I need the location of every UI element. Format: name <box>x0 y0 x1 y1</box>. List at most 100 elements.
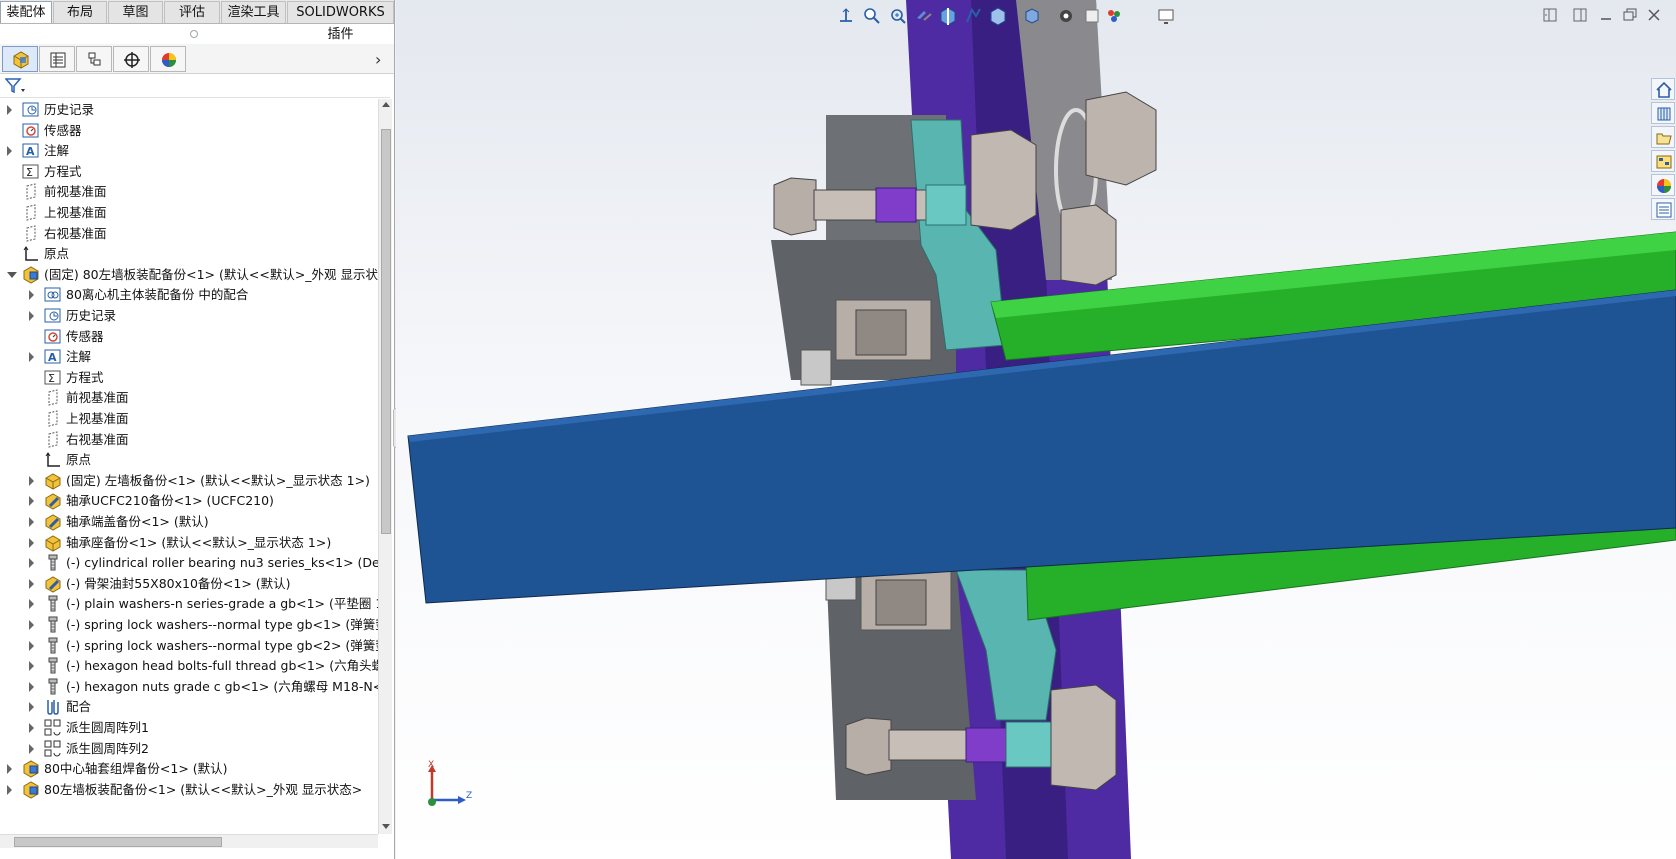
tree-item[interactable]: 80离心机主体装配备份 中的配合 <box>0 284 378 306</box>
tree-item[interactable]: 轴承端盖备份<1> (默认) <box>0 511 378 533</box>
minimize-icon[interactable] <box>1597 6 1615 24</box>
tree-item[interactable]: 轴承UCFC210备份<1> (UCFC210) <box>0 490 378 512</box>
panel-grip-icon[interactable] <box>190 30 198 38</box>
expand-arrow-icon[interactable] <box>29 723 34 733</box>
collapse-arrow-icon[interactable] <box>7 271 17 278</box>
tree-item[interactable]: (固定) 80左墙板装配备份<1> (默认<<默认>_外观 显示状态> <box>0 264 378 286</box>
tab-layout[interactable]: 布局 <box>53 1 107 23</box>
tree-item[interactable]: 原点 <box>0 243 378 265</box>
tree-item[interactable]: 上视基准面 <box>0 408 378 430</box>
display-style-icon[interactable] <box>1022 6 1042 26</box>
tree-item[interactable]: (-) plain washers-n series-grade a gb<1>… <box>0 593 378 615</box>
graphics-area[interactable]: X Z <box>396 0 1676 859</box>
tree-item[interactable]: 派生圆周阵列1 <box>0 717 378 739</box>
dynamic-annotation-icon[interactable] <box>964 6 984 26</box>
expand-arrow-icon[interactable] <box>29 640 34 651</box>
tree-item[interactable]: 派生圆周阵列2 <box>0 738 378 760</box>
view-orientation-icon[interactable] <box>836 6 856 26</box>
tree-item[interactable]: 原点 <box>0 449 378 471</box>
tree-item[interactable]: 80中心轴套组焊备份<1> (默认) <box>0 758 378 780</box>
tree-item[interactable]: (-) cylindrical roller bearing nu3 serie… <box>0 552 378 574</box>
tab-assembly[interactable]: 装配体 <box>0 1 52 23</box>
tab-evaluate[interactable]: 评估 <box>164 1 220 23</box>
scrollbar-thumb[interactable] <box>14 837 222 847</box>
tree-item[interactable]: (-) hexagon nuts grade c gb<1> (六角螺母 M18… <box>0 676 378 698</box>
tree-item[interactable]: A 注解 <box>0 140 378 162</box>
expand-arrow-icon[interactable] <box>29 599 34 610</box>
tree-item[interactable]: 前视基准面 <box>0 387 378 409</box>
assembly-model-view[interactable] <box>396 0 1676 859</box>
tree-item[interactable]: (固定) 左墙板备份<1> (默认<<默认>_显示状态 1>) <box>0 470 378 492</box>
home-tab[interactable] <box>1651 78 1675 100</box>
propertymanager-tab[interactable] <box>39 46 75 72</box>
tree-item[interactable]: 配合 <box>0 696 378 718</box>
expand-arrow-icon[interactable] <box>29 311 34 321</box>
tree-item[interactable]: 历史记录 <box>0 99 378 121</box>
tile-right-icon[interactable] <box>1571 6 1589 24</box>
close-icon[interactable] <box>1645 6 1663 24</box>
tree-item[interactable]: 前视基准面 <box>0 181 378 203</box>
expand-arrow-icon[interactable] <box>29 578 34 589</box>
displaymanager-tab[interactable] <box>150 46 186 72</box>
dimxpert-tab[interactable] <box>113 46 149 72</box>
chevron-right-icon[interactable]: › <box>375 50 381 69</box>
custom-properties-tab[interactable] <box>1651 198 1675 220</box>
expand-arrow-icon[interactable] <box>7 146 12 157</box>
design-library-tab[interactable] <box>1651 102 1675 124</box>
tree-item[interactable]: (-) spring lock washers--normal type gb<… <box>0 614 378 636</box>
tree-item[interactable]: 轴承座备份<1> (默认<<默认>_显示状态 1>) <box>0 532 378 554</box>
scroll-up-icon[interactable] <box>382 102 390 107</box>
tree-item[interactable]: A 注解 <box>0 346 378 368</box>
expand-arrow-icon[interactable] <box>29 352 34 363</box>
expand-arrow-icon[interactable] <box>29 702 34 713</box>
scrollbar-thumb[interactable] <box>381 129 391 534</box>
expand-arrow-icon[interactable] <box>29 496 34 507</box>
tree-horizontal-scrollbar[interactable] <box>0 834 378 848</box>
tab-solidworks-addins[interactable]: SOLIDWORKS 插件 <box>287 1 394 42</box>
zoom-area-icon[interactable] <box>888 6 908 26</box>
tree-item[interactable]: (-) hexagon head bolts-full thread gb<1>… <box>0 655 378 677</box>
expand-arrow-icon[interactable] <box>29 475 34 486</box>
configurationmanager-tab[interactable] <box>76 46 112 72</box>
hide-show-icon[interactable] <box>1056 6 1076 26</box>
expand-arrow-icon[interactable] <box>29 620 34 630</box>
tree-item[interactable]: (-) spring lock washers--normal type gb<… <box>0 635 378 657</box>
zoom-to-fit-icon[interactable] <box>862 6 882 26</box>
tree-filter[interactable] <box>0 74 390 98</box>
tree-item[interactable]: 传感器 <box>0 326 378 348</box>
view-settings-icon[interactable] <box>1156 6 1176 26</box>
tree-vertical-scrollbar[interactable] <box>378 99 392 834</box>
tree-item[interactable]: 传感器 <box>0 120 378 142</box>
expand-arrow-icon[interactable] <box>29 517 34 527</box>
tree-item[interactable]: 右视基准面 <box>0 429 378 451</box>
tree-item[interactable]: Σ 方程式 <box>0 161 378 183</box>
tree-item[interactable]: 上视基准面 <box>0 202 378 224</box>
tree-item[interactable]: 右视基准面 <box>0 223 378 245</box>
expand-arrow-icon[interactable] <box>7 105 12 115</box>
expand-arrow-icon[interactable] <box>7 784 12 795</box>
edit-appearance-icon[interactable] <box>1082 6 1102 26</box>
tree-item[interactable]: (-) 骨架油封55X80x10备份<1> (默认) <box>0 573 378 595</box>
apply-scene-icon[interactable] <box>1104 6 1124 26</box>
tab-render-tools[interactable]: 渲染工具 <box>221 1 286 23</box>
scroll-down-icon[interactable] <box>382 824 390 829</box>
view-palette-tab[interactable] <box>1651 150 1675 172</box>
tile-left-icon[interactable] <box>1541 6 1559 24</box>
restore-icon[interactable] <box>1621 6 1639 24</box>
tree-item[interactable]: 历史记录 <box>0 305 378 327</box>
tree-item[interactable]: 80左墙板装配备份<1> (默认<<默认>_外观 显示状态> <box>0 779 378 801</box>
expand-arrow-icon[interactable] <box>29 681 34 692</box>
previous-view-icon[interactable] <box>914 6 934 26</box>
tree-item[interactable]: Σ 方程式 <box>0 367 378 389</box>
section-view-icon[interactable] <box>938 6 958 26</box>
expand-arrow-icon[interactable] <box>29 290 34 301</box>
expand-arrow-icon[interactable] <box>29 537 34 548</box>
expand-arrow-icon[interactable] <box>29 661 34 672</box>
appearances-tab[interactable] <box>1651 174 1675 196</box>
tab-sketch[interactable]: 草图 <box>108 1 163 23</box>
file-explorer-tab[interactable] <box>1651 126 1675 148</box>
expand-arrow-icon[interactable] <box>29 558 34 569</box>
featuremanager-tab[interactable] <box>2 46 38 72</box>
expand-arrow-icon[interactable] <box>29 743 34 754</box>
expand-arrow-icon[interactable] <box>7 764 12 775</box>
